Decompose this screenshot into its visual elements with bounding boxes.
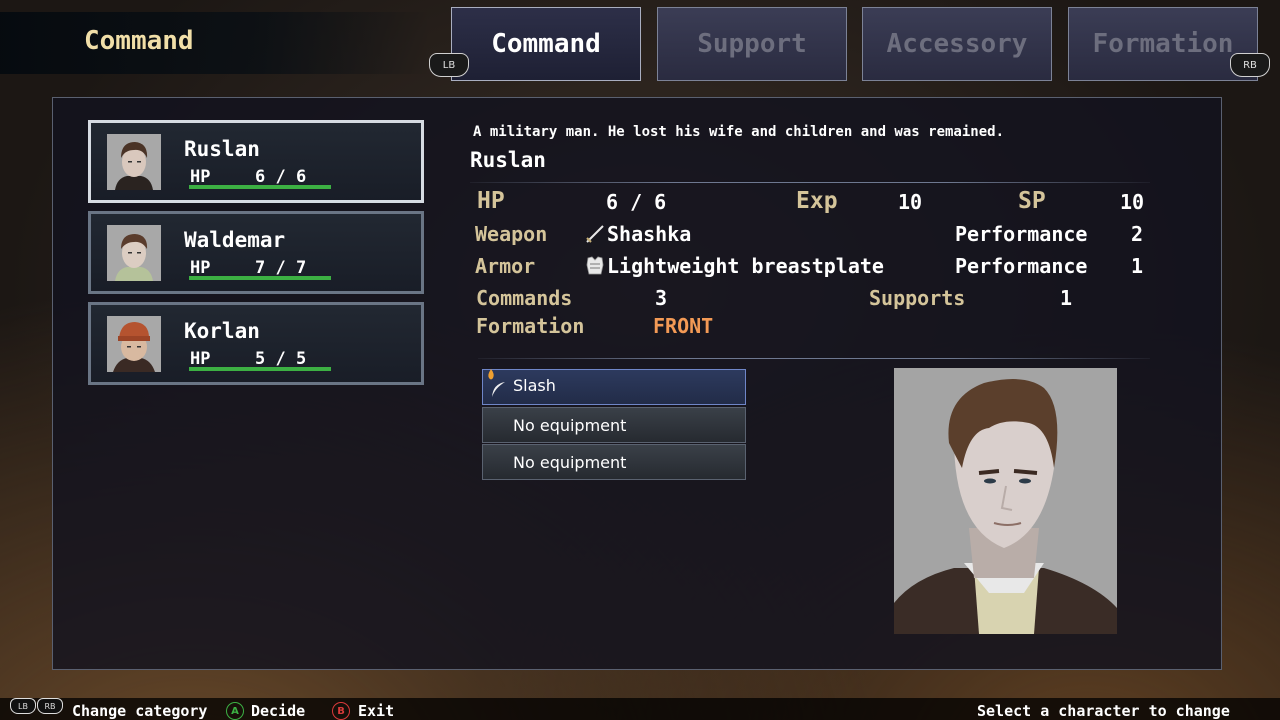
hp-bar (189, 276, 331, 280)
exp-label: Exp (796, 188, 838, 214)
command-slot-label: Slash (513, 376, 556, 395)
character-name: Waldemar (184, 228, 286, 252)
avatar (107, 316, 161, 372)
armor-performance-value: 1 (1131, 254, 1144, 278)
avatar (107, 134, 161, 190)
detail-character-name: Ruslan (470, 148, 546, 172)
sp-value: 10 (1120, 190, 1145, 214)
a-button-icon[interactable]: A (226, 702, 244, 720)
weapon-value: Shashka (607, 222, 692, 246)
formation-value: FRONT (653, 314, 714, 338)
hp-value: 6 / 6 (255, 167, 307, 187)
command-slot-1[interactable]: Slash (482, 369, 746, 405)
commands-label: Commands (476, 286, 573, 310)
hp-bar (189, 367, 331, 371)
lb-button[interactable]: LB (10, 698, 36, 714)
weapon-performance-value: 2 (1131, 222, 1144, 246)
armor-value: Lightweight breastplate (607, 254, 884, 278)
character-description: A military man. He lost his wife and chi… (473, 124, 1005, 140)
hp-label: HP (190, 349, 211, 369)
slash-icon (492, 382, 505, 397)
weapon-label: Weapon (475, 222, 548, 246)
decide-label: Decide (251, 702, 306, 720)
change-category-label: Change category (72, 702, 208, 720)
hp-label: HP (190, 167, 211, 187)
hp-label: HP (190, 258, 211, 278)
armor-performance-label: Performance (955, 254, 1088, 278)
character-portrait (894, 368, 1117, 634)
command-slot-label: No equipment (513, 416, 627, 435)
hp-bar (189, 185, 331, 189)
header-bar (0, 12, 430, 74)
sword-icon (586, 225, 604, 243)
page-title: Command (84, 26, 194, 56)
armor-label: Armor (475, 254, 536, 278)
supports-label: Supports (869, 286, 966, 310)
command-slot-label: No equipment (513, 453, 627, 472)
lb-button[interactable]: LB (429, 53, 469, 77)
supports-value: 1 (1060, 286, 1073, 310)
hp-value: 7 / 7 (255, 258, 307, 278)
sp-label: SP (1018, 188, 1046, 214)
hp-value: 5 / 5 (255, 349, 307, 369)
hint-text: Select a character to change settings (977, 702, 1230, 720)
rb-button[interactable]: RB (1230, 53, 1270, 77)
formation-label: Formation (476, 314, 585, 338)
character-name: Korlan (184, 319, 260, 343)
tab-command[interactable]: Command (451, 7, 641, 81)
tab-support[interactable]: Support (657, 7, 847, 81)
hp-stat-label: HP (477, 188, 505, 214)
divider (478, 358, 1150, 359)
character-card-korlan[interactable]: Korlan HP 5 / 5 (88, 302, 424, 385)
breastplate-icon (586, 256, 604, 275)
commands-value: 3 (655, 286, 668, 310)
command-slot-3[interactable]: No equipment (482, 444, 746, 480)
character-card-ruslan[interactable]: Ruslan HP 6 / 6 (88, 120, 424, 203)
rb-button[interactable]: RB (37, 698, 63, 714)
exp-value: 10 (898, 190, 923, 214)
character-card-waldemar[interactable]: Waldemar HP 7 / 7 (88, 211, 424, 294)
tab-accessory[interactable]: Accessory (862, 7, 1052, 81)
character-name: Ruslan (184, 137, 260, 161)
divider (470, 182, 1150, 183)
exit-label: Exit (358, 702, 395, 720)
avatar (107, 225, 161, 281)
hp-stat-value: 6 / 6 (606, 190, 667, 214)
command-slot-2[interactable]: No equipment (482, 407, 746, 443)
weapon-performance-label: Performance (955, 222, 1088, 246)
b-button-icon[interactable]: B (332, 702, 350, 720)
tab-formation[interactable]: Formation (1068, 7, 1258, 81)
